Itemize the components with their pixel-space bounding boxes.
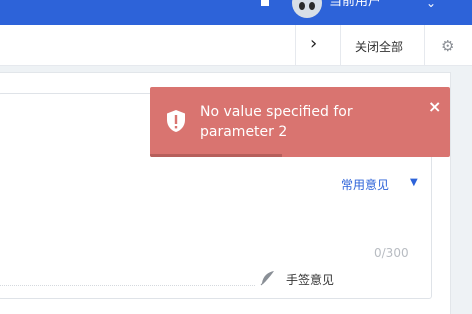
sign-opinion-button[interactable]: 手签意见 xyxy=(286,271,334,288)
tab-bar: › 关闭全部 ⚙ xyxy=(0,25,472,66)
toast-progress-fill xyxy=(150,154,282,157)
error-toast: No value specified for parameter 2 × xyxy=(150,87,450,157)
toast-message: No value specified for parameter 2 xyxy=(200,104,353,140)
shield-alert-icon xyxy=(167,110,185,132)
close-icon[interactable]: × xyxy=(428,99,441,115)
gear-icon[interactable]: ⚙ xyxy=(441,37,454,55)
common-opinion-dropdown[interactable]: 常用意见 xyxy=(341,176,389,193)
header-indicator xyxy=(261,0,269,6)
char-counter: 0/300 xyxy=(374,246,409,260)
top-header: 当前用户 ⌄ xyxy=(0,0,472,25)
tabbar-divider xyxy=(340,25,341,65)
chevron-right-icon[interactable]: › xyxy=(310,34,317,54)
dotted-divider xyxy=(0,285,255,286)
tabbar-divider xyxy=(295,25,296,65)
close-all-button[interactable]: 关闭全部 xyxy=(355,38,403,55)
toast-progress xyxy=(150,154,450,157)
tabbar-divider xyxy=(424,25,425,65)
user-name[interactable]: 当前用户 xyxy=(329,0,381,10)
caret-down-icon[interactable]: ▼ xyxy=(410,177,418,188)
avatar[interactable] xyxy=(292,0,322,18)
avatar-eye-right xyxy=(309,2,315,10)
chevron-down-icon[interactable]: ⌄ xyxy=(426,0,436,10)
avatar-eye-left xyxy=(299,2,305,10)
feather-icon[interactable] xyxy=(260,270,276,286)
